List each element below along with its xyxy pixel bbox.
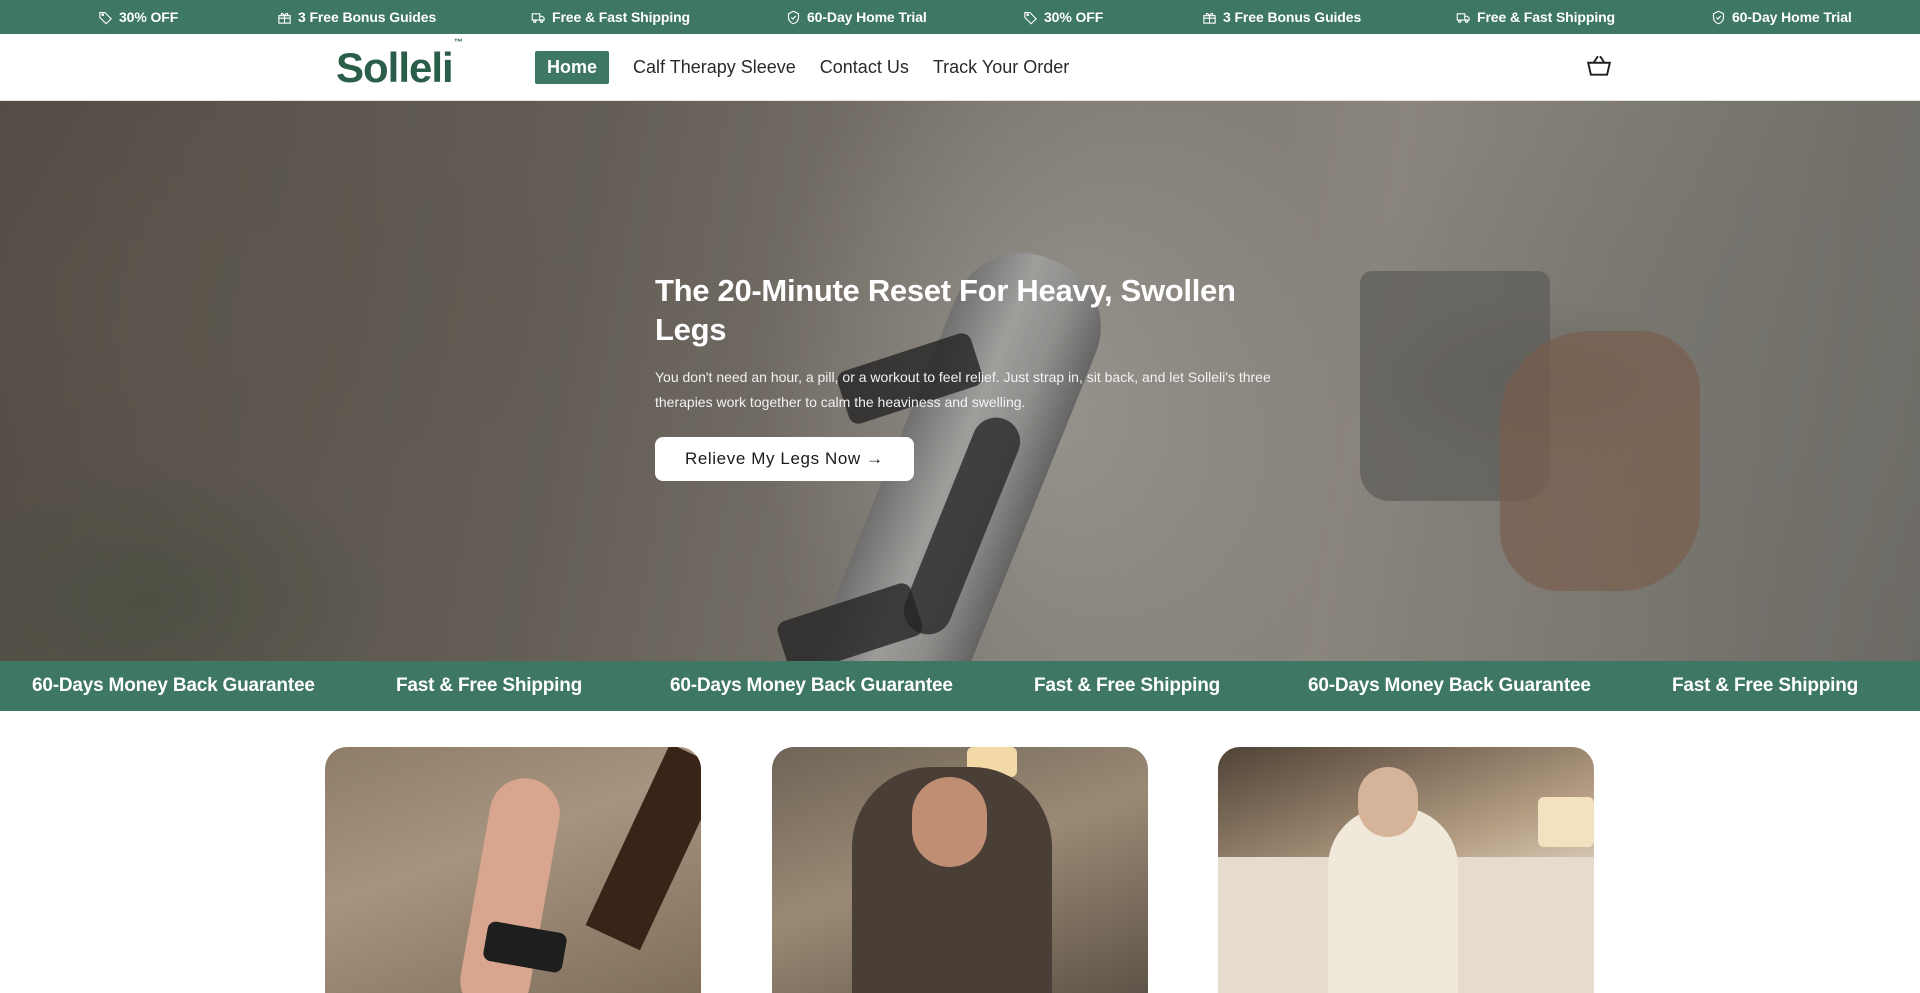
gift-icon — [278, 12, 291, 24]
cart-button[interactable] — [1586, 53, 1614, 81]
announcement-label: Free & Fast Shipping — [552, 9, 691, 25]
nav-item-calf-therapy-sleeve[interactable]: Calf Therapy Sleeve — [621, 51, 808, 84]
tag-icon — [99, 11, 112, 25]
logo[interactable]: Solleli™ — [336, 37, 463, 92]
strip-item: 60-Days Money Back Guarantee — [670, 675, 953, 696]
announcement-label: Free & Fast Shipping — [1477, 9, 1616, 25]
truck-icon — [531, 12, 545, 23]
logo-text: Solleli — [336, 44, 454, 91]
announcement-label: 60-Day Home Trial — [1732, 9, 1852, 25]
card-image-chair — [585, 747, 701, 951]
strip-item: 60-Days Money Back Guarantee — [32, 675, 315, 696]
announcement-label: 3 Free Bonus Guides — [1223, 9, 1362, 25]
card-image-head — [1358, 767, 1418, 837]
announcement-item: Free & Fast Shipping — [1456, 0, 1615, 34]
testimonial-image-card — [1218, 747, 1594, 993]
announcement-label: 30% OFF — [1044, 9, 1104, 25]
hero-title: The 20-Minute Reset For Heavy, Swollen L… — [655, 273, 1236, 347]
nav-item-home[interactable]: Home — [535, 51, 610, 84]
gift-icon — [1203, 12, 1216, 24]
strip-item: Fast & Free Shipping — [396, 675, 583, 696]
announcement-item: 60-Day Home Trial — [1711, 0, 1852, 34]
testimonial-image-card — [772, 747, 1148, 993]
announcement-item: 3 Free Bonus Guides — [1202, 0, 1361, 34]
card-image-lamp — [1538, 797, 1594, 847]
hero-content: The 20-Minute Reset For Heavy, Swollen L… — [655, 271, 1275, 481]
announcement-item: 3 Free Bonus Guides — [277, 0, 436, 34]
tag-icon — [1024, 11, 1037, 25]
announcement-item: 30% OFF — [1023, 0, 1103, 34]
announcement-label: 60-Day Home Trial — [807, 9, 927, 25]
hero-section: The 20-Minute Reset For Heavy, Swollen L… — [0, 101, 1920, 661]
card-image-head — [912, 777, 987, 867]
testimonial-image-card — [325, 747, 701, 993]
announcement-item: Free & Fast Shipping — [531, 0, 690, 34]
logo-trademark: ™ — [453, 37, 463, 47]
announcement-label: 3 Free Bonus Guides — [298, 9, 437, 25]
site-header: Solleli™ Home Calf Therapy Sleeve Contac… — [0, 34, 1920, 101]
announcement-bar: 30% OFF 3 Free Bonus Guides Free & Fast … — [0, 0, 1920, 34]
main-nav: Home Calf Therapy Sleeve Contact Us Trac… — [535, 51, 1081, 84]
strip-item: Fast & Free Shipping — [1034, 675, 1221, 696]
nav-item-contact-us[interactable]: Contact Us — [808, 51, 921, 84]
announcement-item: 60-Day Home Trial — [786, 0, 927, 34]
announcement-label: 30% OFF — [119, 9, 179, 25]
basket-icon — [1586, 55, 1612, 76]
shield-check-icon — [787, 10, 800, 24]
strip-item: Fast & Free Shipping — [1672, 675, 1859, 696]
hero-subtitle: You don't need an hour, a pill, or a wor… — [655, 369, 1271, 410]
nav-item-track-your-order[interactable]: Track Your Order — [921, 51, 1081, 84]
announcement-item: 30% OFF — [98, 0, 178, 34]
shield-check-icon — [1712, 10, 1725, 24]
guarantee-strip: 60-Days Money Back Guarantee Fast & Free… — [0, 661, 1920, 711]
truck-icon — [1456, 12, 1470, 23]
strip-item: 60-Days Money Back Guarantee — [1308, 675, 1591, 696]
relieve-legs-button[interactable]: Relieve My Legs Now → — [655, 437, 914, 481]
